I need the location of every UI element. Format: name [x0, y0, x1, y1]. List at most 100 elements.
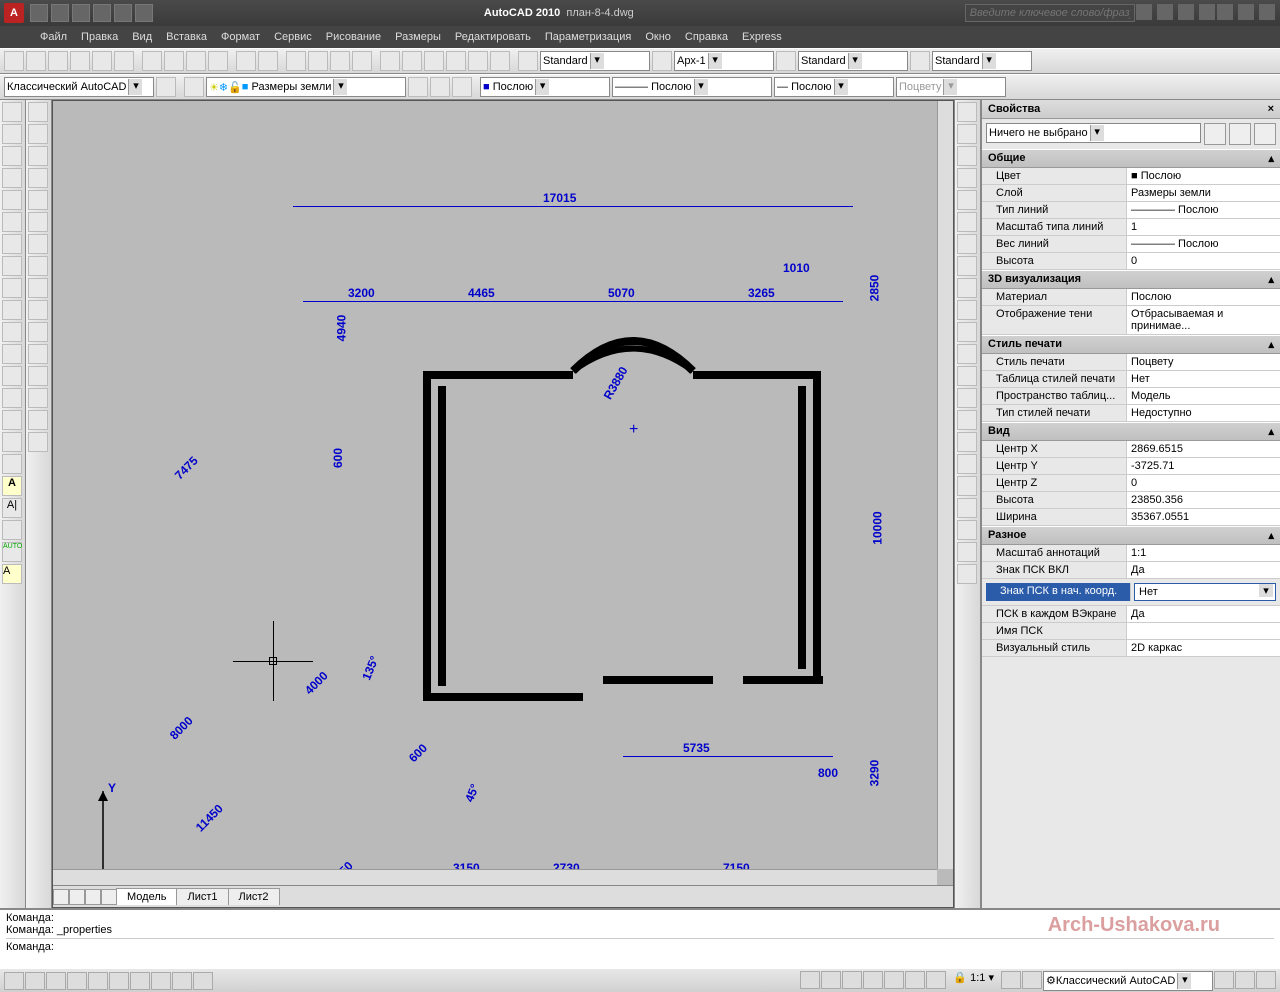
tab-layout1[interactable]: Лист1 — [176, 888, 228, 905]
prop-lweight[interactable]: Вес линий———— Послою — [982, 236, 1280, 253]
arctext-icon[interactable] — [2, 520, 22, 540]
cat-plotstyle[interactable]: Стиль печати▴ — [982, 335, 1280, 354]
xline-icon[interactable] — [2, 124, 22, 144]
selection-combo[interactable]: Ничего не выбрано▾ — [986, 123, 1201, 143]
prop-centery[interactable]: Центр Y-3725.71 — [982, 458, 1280, 475]
explode-icon[interactable] — [28, 432, 48, 452]
prop-pstyle[interactable]: Стиль печатиПоцвету — [982, 354, 1280, 371]
plotstyle-combo[interactable]: Поцвету▾ — [896, 77, 1006, 97]
tab-last-icon[interactable] — [101, 889, 117, 905]
mlstyle-combo[interactable]: Standard▾ — [932, 51, 1032, 71]
zoom-prev-icon[interactable] — [352, 51, 372, 71]
menu-parametric[interactable]: Параметризация — [545, 31, 631, 43]
menu-file[interactable]: Файл — [40, 31, 67, 43]
search-input[interactable] — [965, 4, 1135, 22]
dcenter-icon[interactable] — [402, 51, 422, 71]
area-icon[interactable] — [957, 124, 977, 144]
panel-close-icon[interactable]: × — [1268, 103, 1274, 115]
workspace-combo[interactable]: Классический AutoCAD▾ — [4, 77, 154, 97]
move-icon[interactable] — [28, 212, 48, 232]
array-icon[interactable] — [28, 190, 48, 210]
cat-misc[interactable]: Разное▴ — [982, 526, 1280, 545]
lineweight-combo[interactable]: — Послою▾ — [774, 77, 894, 97]
point-icon[interactable] — [2, 344, 22, 364]
dim-arc-icon[interactable] — [957, 300, 977, 320]
arc-icon[interactable] — [2, 212, 22, 232]
dimedit-icon[interactable] — [957, 520, 977, 540]
command-line[interactable]: Команда: Команда: _properties Команда: A… — [0, 908, 1280, 968]
menu-help[interactable]: Справка — [685, 31, 728, 43]
ellipse-icon[interactable] — [2, 300, 22, 320]
workspace-status-combo[interactable]: ⚙ Классический AutoCAD▾ — [1043, 971, 1213, 991]
pan-icon[interactable] — [286, 51, 306, 71]
prop-ptype[interactable]: Тип стилей печатиНедоступно — [982, 405, 1280, 422]
dimstyle-icon[interactable] — [652, 51, 672, 71]
model-toggle[interactable] — [800, 971, 820, 989]
qat-redo-icon[interactable] — [114, 4, 132, 22]
redo-icon[interactable] — [258, 51, 278, 71]
dimtedit-icon[interactable] — [957, 542, 977, 562]
tab-first-icon[interactable] — [53, 889, 69, 905]
prop-annoscale[interactable]: Масштаб аннотаций1:1 — [982, 545, 1280, 562]
otrack-toggle[interactable] — [109, 972, 129, 990]
star-icon[interactable] — [1178, 4, 1194, 20]
mirror-icon[interactable] — [28, 146, 48, 166]
list-icon[interactable] — [957, 168, 977, 188]
sheetset-icon[interactable] — [446, 51, 466, 71]
dim-aligned-icon[interactable] — [957, 278, 977, 298]
preview-icon[interactable] — [92, 51, 112, 71]
zoom-status-icon[interactable] — [884, 971, 904, 989]
prop-pstable[interactable]: Таблица стилей печатиНет — [982, 371, 1280, 388]
ucs-icon-btn[interactable] — [957, 212, 977, 232]
snap-toggle[interactable] — [4, 972, 24, 990]
menu-draw[interactable]: Рисование — [326, 31, 381, 43]
open-icon[interactable] — [26, 51, 46, 71]
polygon-icon[interactable] — [2, 168, 22, 188]
textstyle-combo[interactable]: Standard▾ — [540, 51, 650, 71]
gradient-icon[interactable] — [2, 388, 22, 408]
prop-vwidth[interactable]: Ширина35367.0551 — [982, 509, 1280, 526]
prop-ucsname[interactable]: Имя ПСК — [982, 623, 1280, 640]
cat-general[interactable]: Общие▴ — [982, 149, 1280, 168]
dim-quick-icon[interactable] — [957, 410, 977, 430]
ws-settings-icon[interactable] — [156, 77, 176, 97]
zoom-win-icon[interactable] — [330, 51, 350, 71]
osnap-toggle[interactable] — [88, 972, 108, 990]
stretch-icon[interactable] — [28, 278, 48, 298]
canvas[interactable]: X Y + 17 — [53, 101, 953, 885]
tab-next-icon[interactable] — [85, 889, 101, 905]
qv-drawings-icon[interactable] — [842, 971, 862, 989]
qv-layouts-icon[interactable] — [821, 971, 841, 989]
layeriso-icon[interactable] — [408, 77, 428, 97]
app-logo[interactable]: A — [4, 3, 24, 23]
tab-layout2[interactable]: Лист2 — [228, 888, 280, 905]
dim-ord-icon[interactable] — [957, 322, 977, 342]
grid-toggle[interactable] — [25, 972, 45, 990]
props-icon[interactable] — [380, 51, 400, 71]
layerprev-icon[interactable] — [430, 77, 450, 97]
new-icon[interactable] — [4, 51, 24, 71]
prop-material[interactable]: МатериалПослою — [982, 289, 1280, 306]
center-icon[interactable] — [957, 498, 977, 518]
anno-scale-status[interactable]: 🔒 1:1 ▾ — [947, 971, 1000, 991]
cat-view[interactable]: Вид▴ — [982, 422, 1280, 441]
spline-icon[interactable] — [2, 278, 22, 298]
qat-print-icon[interactable] — [135, 4, 153, 22]
prop-vstyle[interactable]: Визуальный стиль2D каркас — [982, 640, 1280, 657]
massprop-icon[interactable] — [957, 146, 977, 166]
dim-ang-icon[interactable] — [957, 388, 977, 408]
prop-linetype[interactable]: Тип линий———— Послою — [982, 202, 1280, 219]
polar-toggle[interactable] — [67, 972, 87, 990]
prop-thickness[interactable]: Высота0 — [982, 253, 1280, 270]
tab-prev-icon[interactable] — [69, 889, 85, 905]
tablestyle-combo[interactable]: Standard▾ — [798, 51, 908, 71]
maximize-button[interactable] — [1238, 4, 1254, 20]
copy2-icon[interactable] — [28, 124, 48, 144]
tablestyle-icon[interactable] — [776, 51, 796, 71]
lwt-toggle[interactable] — [172, 972, 192, 990]
circle-icon[interactable] — [2, 234, 22, 254]
layerprops-icon[interactable] — [184, 77, 204, 97]
cut-icon[interactable] — [142, 51, 162, 71]
textstyle-icon[interactable] — [518, 51, 538, 71]
menu-view[interactable]: Вид — [132, 31, 152, 43]
